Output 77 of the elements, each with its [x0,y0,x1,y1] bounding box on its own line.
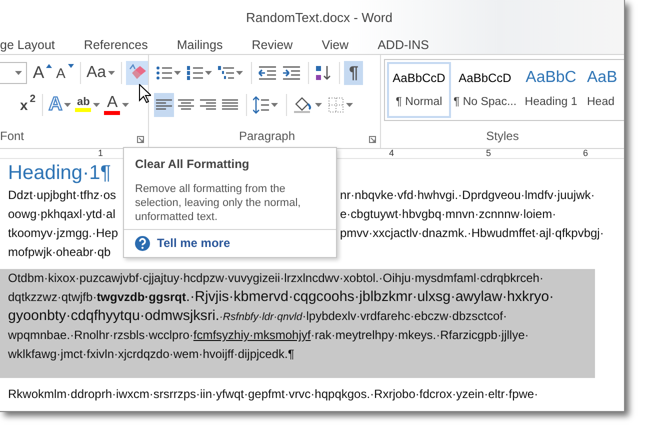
style-item[interactable]: AaB Head [585,62,620,118]
group-label: Font [0,128,24,145]
eraser-icon [128,64,146,82]
group-label: Styles [486,128,519,145]
mouse-pointer-icon [139,84,151,103]
style-item[interactable]: AaBbC Heading 1 [519,62,583,118]
caret-icon [236,70,243,74]
text-line: Ddzt·upjbght·tfhz·os [8,188,116,202]
text-line: oowg·pkhqaxl·ytd·al [8,207,116,221]
text-line: Rkwokmlm·ddroprh·iwxcm·srsrrzps·iin·yfwqt·gepfmt·vrvc·hqpqkgos.·Rxrjobo·fdcrox·yzein·eltr·fpwe· [8,386,538,403]
borders-icon [328,96,344,112]
bullets-icon [156,64,172,80]
tooltip-title: Clear All Formatting [134,156,250,173]
up-triangle-icon [46,64,52,68]
ruler-number: 4 [388,148,394,158]
align-left-button[interactable] [154,92,174,116]
justify-icon [222,98,238,110]
caret-icon [271,102,278,106]
caret-icon [108,70,116,74]
heading-text: Heading·1¶ [8,161,112,185]
dialog-launcher-icon [137,136,144,143]
change-case-button[interactable]: Aa [84,60,118,84]
help-link[interactable]: Tell me more [157,234,230,252]
ribbon-tab[interactable]: Mailings [176,34,223,54]
text-line: Otdbm·kixox·puzcawjvbf·cjjajtuy·hcdpzw·vuvygizeii·lrzxlncdwv·xobtol.·Oihju·mysdmfaml·cdrqbkrceh· [8,270,544,287]
show-formatting-marks-button[interactable]: ¶ [344,60,364,84]
paint-bucket-icon [293,96,313,114]
numbering-icon [187,64,203,80]
font-size-field[interactable] [0,62,27,84]
highlight-button[interactable]: ab [73,92,102,116]
text-line: mofpwjk·oheabr·qb [8,245,111,259]
group-label: Paragraph [238,128,296,145]
tooltip-description: Remove all formatting from the selection, leaving only the normal, unformatted text. [134,182,302,224]
ribbon-tab[interactable]: ADD-INS [378,34,429,54]
clear-formatting-button[interactable] [126,60,148,84]
style-item[interactable]: AaBbCcD ¶ No Spac... [453,62,517,118]
ruler-number: 1 [98,148,103,158]
caret-icon [93,102,100,106]
caret-icon [122,102,130,106]
sort-icon [315,64,331,80]
caret-icon [346,102,353,106]
align-center-icon [178,98,194,110]
ribbon-tab[interactable]: Review [252,34,293,54]
text-line: wpqmnbae.·Rnolhr·rzsbls·wcclpro·fcmfsyzhiy·mksmohjyf·rak·meytrelhpy·mkeys.·Rfarzicgpb·jjllye· [8,327,529,344]
dialog-launcher-icon [369,136,376,143]
text-effects-button[interactable]: A [46,92,74,116]
align-left-icon [156,98,172,110]
text-line: gyoonbty·cdqfhyytqu·odmwsjksri.·Rsfnbfy·ldr·qnvld·lpybdexlv·vrdfarehc·ebczw·dbzsctcof· [8,307,507,326]
superscript-button[interactable]: x$^{2}$ [18,92,38,116]
ruler-number: 5 [486,148,491,158]
ribbon-tab[interactable]: References [84,34,148,54]
caret-icon [315,102,322,106]
align-right-icon [200,98,216,110]
window-title: RandomText.docx - Word [246,8,392,27]
text-line: wklkfawg·jmct·fxivln·xjcrdqzdo·wem·hvoijff·dijpjcedk.¶ [8,346,294,363]
ribbon-tab[interactable]: ge Layout [0,34,55,54]
font-color-button[interactable]: A [102,92,132,116]
text-line: e·cbgtuywt·hbvgbq·mnvn·zcnnnw·loiem· [340,206,556,223]
multilevel-list-icon [218,64,234,80]
decrease-indent-icon [258,66,276,80]
text-line: nr·nbqvke·vfd·hwhvgi.·Dprdgveou·lmdfv·juujwk· [340,187,595,204]
style-item[interactable]: AaBbCcD ¶ Normal [387,62,451,118]
caret-icon [15,70,22,74]
increase-indent-icon [282,66,300,80]
down-triangle-icon [68,64,74,68]
grow-font-button[interactable]: A [30,60,54,84]
caret-icon [64,102,72,106]
caret-icon [174,70,181,74]
help-icon [135,236,150,250]
text-line: dqtkzzwz·qtwjfb·twgvzdb·ggsrqt.·Rjvjis·kbmervd·cqgcoohs·jblbzkmr·ulxsg·awylaw·hxkryo· [8,288,554,307]
caret-icon [205,70,212,74]
text-line: tkoomyv·jzmgg.·Hep [8,226,118,240]
line-spacing-icon [253,96,269,114]
shrink-font-button[interactable]: A [54,60,76,84]
ruler-number: 6 [582,148,588,158]
text-line: pmvv·xxcjactlv·dnazmk.·Hbwudmffet·ajl·qfkpvbgj· [340,225,604,242]
ribbon-tab[interactable]: View [322,34,349,54]
